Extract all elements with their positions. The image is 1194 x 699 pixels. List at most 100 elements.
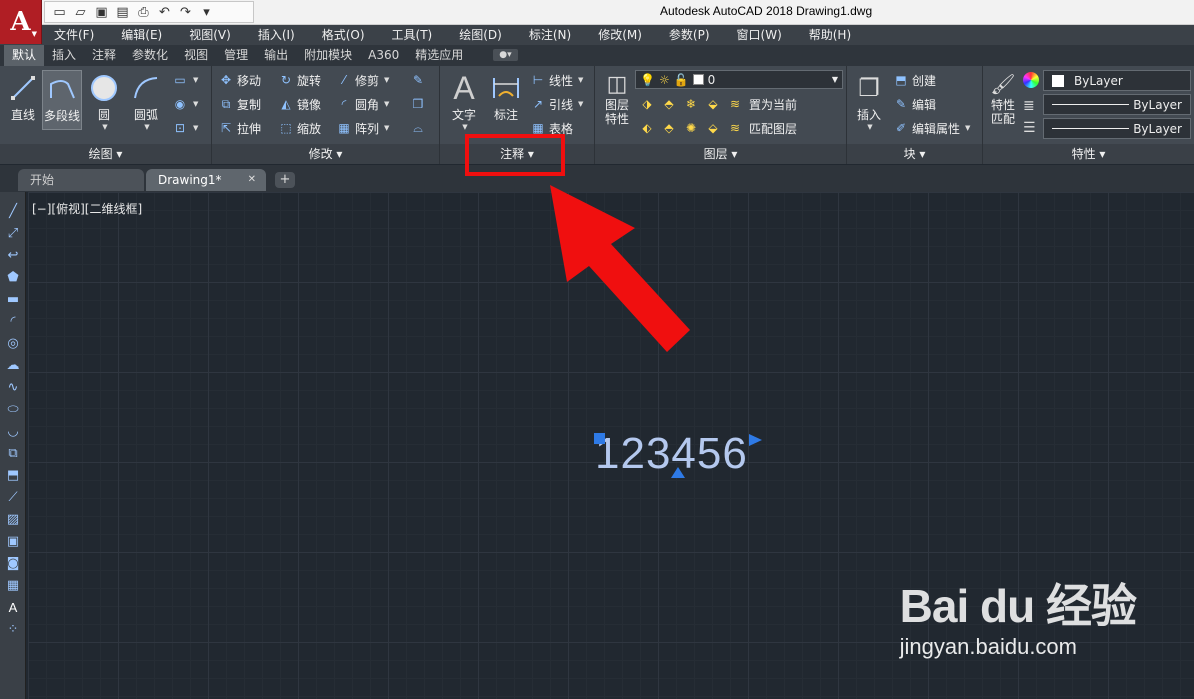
saveas-icon[interactable]: ▤ — [114, 4, 131, 21]
text-grip-triangle-bottom[interactable] — [671, 467, 685, 478]
open-icon[interactable]: ▱ — [72, 4, 89, 21]
draw-panel-footer[interactable]: 绘图 ▾ — [0, 144, 211, 164]
menu-format[interactable]: 格式(O) — [322, 25, 365, 45]
hatch-icon[interactable]: ▨ — [4, 510, 22, 528]
revision-cloud-icon[interactable]: ☁ — [4, 356, 22, 374]
tab-manage[interactable]: 管理 — [216, 45, 256, 66]
menu-parametric[interactable]: 参数(P) — [669, 25, 710, 45]
menu-tools[interactable]: 工具(T) — [392, 25, 433, 45]
tab-output[interactable]: 输出 — [256, 45, 296, 66]
trim-button[interactable]: ⁄ 修剪 ▼ — [336, 70, 389, 90]
insert-block-button[interactable]: ❐ 插入 ▼ — [849, 70, 889, 131]
menu-window[interactable]: 窗口(W) — [737, 25, 782, 45]
viewport-controls[interactable]: [−][俯视][二维线框] — [32, 200, 142, 217]
layer-on-icon[interactable]: ⬖ — [639, 120, 655, 136]
file-tab-drawing1[interactable]: Drawing1* ✕ — [146, 169, 266, 191]
save-icon[interactable]: ▣ — [93, 4, 110, 21]
circle-tool-button[interactable]: 圆 ▼ — [84, 70, 124, 131]
customize-caret-icon[interactable]: ▾ — [198, 4, 215, 21]
layer-off-icon[interactable]: ⬗ — [639, 96, 655, 112]
explode-button[interactable]: ❒ — [410, 94, 426, 114]
edit-attributes-button[interactable]: ✐ 编辑属性 ▼ — [893, 118, 970, 138]
offset-button[interactable]: ⌓ — [410, 118, 426, 138]
text-tool-button[interactable]: A 文字 ▼ — [444, 70, 484, 132]
set-current-button[interactable]: 置为当前 — [749, 96, 797, 113]
insert-block-icon[interactable]: ⧉ — [4, 444, 22, 462]
layer-isolate-icon[interactable]: ⬘ — [661, 96, 677, 112]
tab-parametric[interactable]: 参数化 — [124, 45, 176, 66]
match-layer-button[interactable]: 匹配图层 — [749, 120, 797, 137]
ellipse-arc-icon[interactable]: ◡ — [4, 422, 22, 440]
rectangle-icon[interactable]: ▬ — [4, 290, 22, 308]
menu-view[interactable]: 视图(V) — [189, 25, 231, 45]
color-dropdown[interactable]: ByLayer — [1043, 70, 1191, 91]
linetype-dropdown[interactable]: ByLayer — [1043, 94, 1191, 115]
arc-icon[interactable]: ◜ — [4, 312, 22, 330]
polyline-icon[interactable]: ↩ — [4, 246, 22, 264]
scale-button[interactable]: ⬚ 缩放 — [278, 118, 321, 138]
application-menu-button[interactable]: A ▼ — [0, 0, 42, 44]
erase-button[interactable]: ✎ — [410, 70, 426, 90]
text-grip-insertion[interactable] — [594, 433, 605, 444]
layer-unlock-icon[interactable]: ⬙ — [705, 120, 721, 136]
layer-lock-icon[interactable]: ⬙ — [705, 96, 721, 112]
layer-properties-button[interactable]: ◫ 图层 特性 — [597, 70, 637, 127]
new-tab-button[interactable]: + — [275, 172, 295, 188]
boundary-tool-button[interactable]: ⊡ ▼ — [172, 118, 198, 138]
edit-block-button[interactable]: ✎ 编辑 — [893, 94, 936, 114]
menu-draw[interactable]: 绘图(D) — [459, 25, 502, 45]
block-panel-footer[interactable]: 块 ▾ — [847, 144, 982, 164]
ellipse-icon[interactable]: ⬭ — [4, 400, 22, 418]
layers-panel-footer[interactable]: 图层 ▾ — [595, 144, 846, 164]
tab-default[interactable]: 默认 — [4, 45, 45, 66]
rotate-button[interactable]: ↻ 旋转 — [278, 70, 321, 90]
properties-panel-footer[interactable]: 特性 ▾ — [983, 144, 1194, 164]
menu-edit[interactable]: 编辑(E) — [121, 25, 162, 45]
array-button[interactable]: ▦ 阵列 ▼ — [336, 118, 389, 138]
line-tool-button[interactable]: 直线 — [3, 70, 43, 123]
redo-icon[interactable]: ↷ — [177, 4, 194, 21]
circle-icon[interactable]: ◎ — [4, 334, 22, 352]
tab-insert[interactable]: 插入 — [44, 45, 84, 66]
undo-icon[interactable]: ↶ — [156, 4, 173, 21]
chevron-down-icon[interactable]: ▼ — [851, 123, 889, 131]
dimension-tool-button[interactable]: 标注 — [486, 70, 526, 123]
layer-thaw-icon[interactable]: ✺ — [683, 120, 699, 136]
point-icon[interactable]: ⟋ — [4, 488, 22, 506]
menu-insert[interactable]: 插入(I) — [258, 25, 295, 45]
lineweight-dropdown[interactable]: ByLayer — [1043, 118, 1191, 139]
mtext-icon[interactable]: A — [4, 598, 22, 616]
rectangle-tool-button[interactable]: ▭ ▼ — [172, 70, 198, 90]
hatch-tool-button[interactable]: ◉ ▼ — [172, 94, 199, 114]
menu-dimension[interactable]: 标注(N) — [529, 25, 571, 45]
gradient-icon[interactable]: ▣ — [4, 532, 22, 550]
copy-button[interactable]: ⧉ 复制 — [218, 94, 261, 114]
layer-freeze-icon[interactable]: ❄ — [683, 96, 699, 112]
move-button[interactable]: ✥ 移动 — [218, 70, 261, 90]
modify-panel-footer[interactable]: 修改 ▾ — [212, 144, 439, 164]
mirror-button[interactable]: ◭ 镜像 — [278, 94, 321, 114]
file-tab-start[interactable]: 开始 — [18, 169, 144, 191]
stretch-button[interactable]: ⇱ 拉伸 — [218, 118, 261, 138]
construction-line-icon[interactable]: ⤢ — [4, 224, 22, 242]
polyline-tool-button[interactable]: 多段线 — [42, 70, 82, 130]
menu-help[interactable]: 帮助(H) — [809, 25, 851, 45]
new-icon[interactable]: ▭ — [51, 4, 68, 21]
chevron-down-icon[interactable]: ▼ — [128, 123, 166, 131]
tab-a360[interactable]: A360 — [360, 45, 407, 66]
menu-modify[interactable]: 修改(M) — [598, 25, 642, 45]
chevron-down-icon[interactable]: ▼ — [446, 123, 484, 131]
make-block-icon[interactable]: ⬒ — [4, 466, 22, 484]
menu-file[interactable]: 文件(F) — [54, 25, 94, 45]
tab-addins[interactable]: 附加模块 — [296, 45, 360, 66]
linear-button[interactable]: ⊢ 线性 ▼ — [530, 70, 584, 90]
table-icon[interactable]: ▦ — [4, 576, 22, 594]
tab-annotate[interactable]: 注释 — [84, 45, 124, 66]
spline-icon[interactable]: ∿ — [4, 378, 22, 396]
arc-tool-button[interactable]: 圆弧 ▼ — [126, 70, 166, 131]
fillet-button[interactable]: ◜ 圆角 ▼ — [336, 94, 390, 114]
tab-featured-apps[interactable]: 精选应用 — [407, 45, 471, 66]
chevron-down-icon[interactable]: ▼ — [86, 123, 124, 131]
add-selected-icon[interactable]: ⁘ — [4, 620, 22, 638]
print-icon[interactable]: ⎙ — [135, 4, 152, 21]
